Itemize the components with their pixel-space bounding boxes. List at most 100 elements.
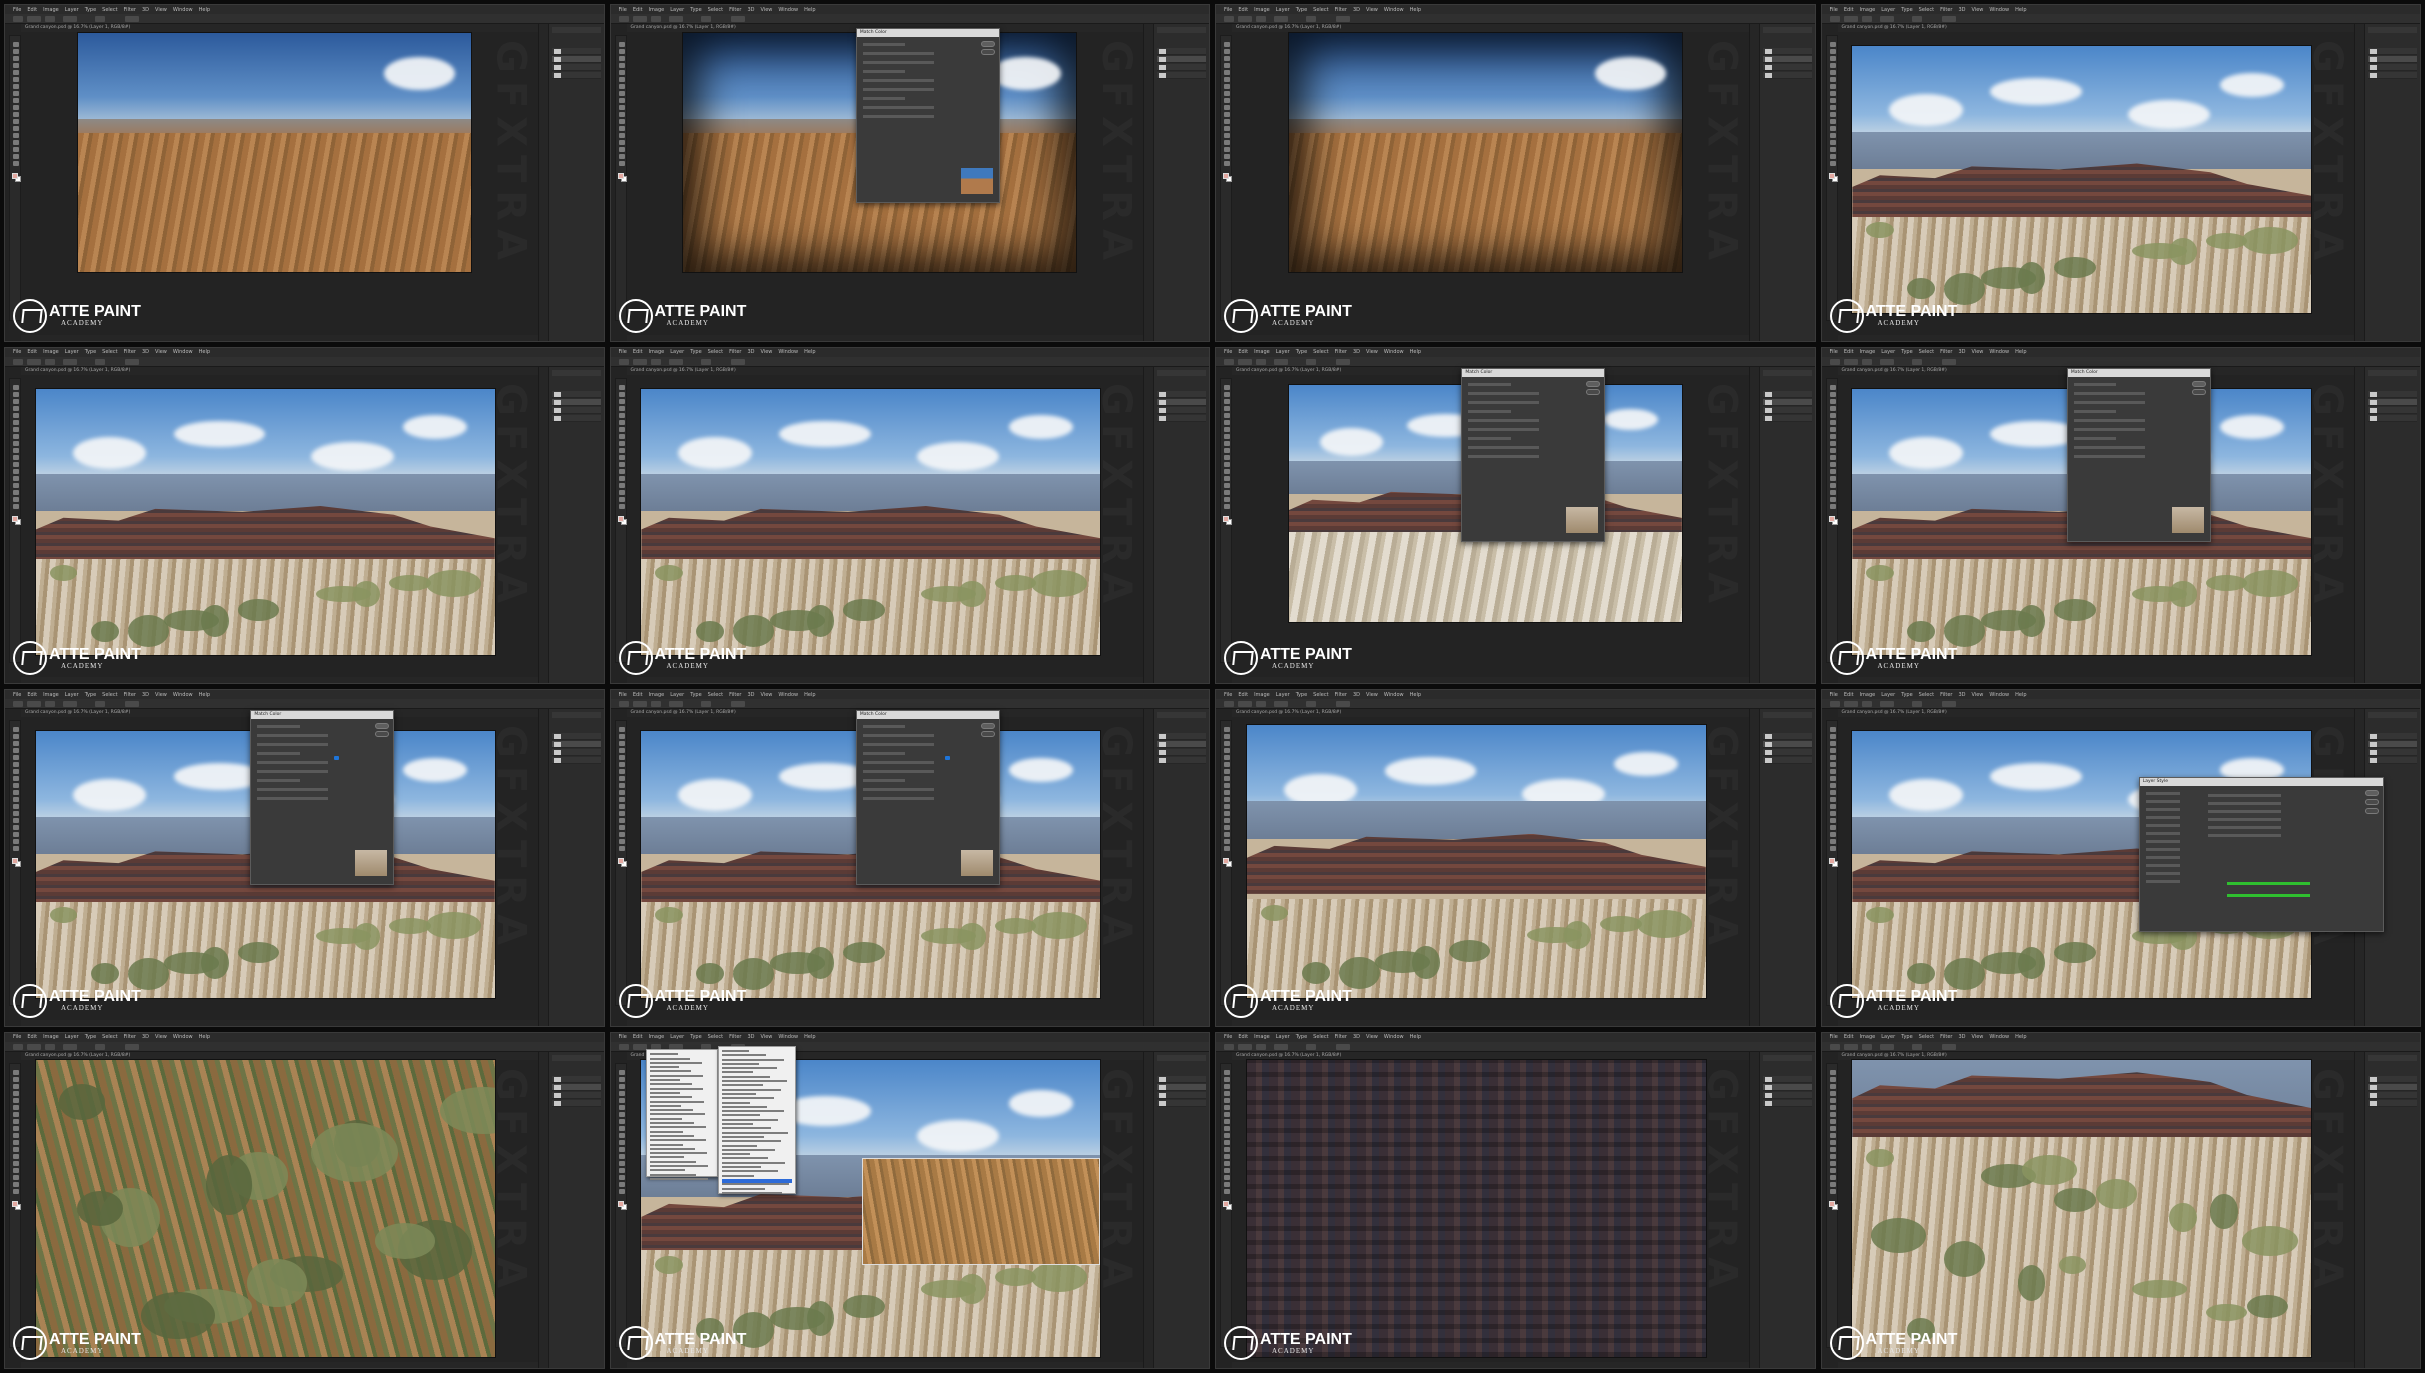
menu-window[interactable]: Window: [1989, 692, 2009, 698]
tool-icon[interactable]: [13, 811, 19, 816]
tool-icon[interactable]: [1829, 496, 1836, 502]
tool-icon[interactable]: [1224, 426, 1230, 432]
foreground-color-swatch[interactable]: [1828, 1200, 1835, 1207]
tool-icon[interactable]: [1829, 818, 1836, 823]
tool-icon[interactable]: [1224, 503, 1230, 509]
menu-item[interactable]: [650, 1156, 684, 1159]
tool-icon[interactable]: [13, 790, 19, 795]
menu-item[interactable]: [722, 1135, 764, 1138]
section-heading[interactable]: [862, 779, 906, 783]
menu-edit[interactable]: Edit: [1238, 692, 1248, 698]
option-control[interactable]: [1843, 16, 1858, 22]
slider-track[interactable]: [862, 761, 934, 765]
tool-icon[interactable]: [1224, 384, 1230, 390]
cancel-button[interactable]: [1586, 388, 1600, 395]
tool-icon[interactable]: [1224, 433, 1230, 439]
menu-window[interactable]: Window: [778, 349, 798, 355]
tool-icon[interactable]: [618, 790, 625, 795]
tool-icon[interactable]: [618, 49, 625, 54]
option-control[interactable]: [27, 358, 41, 365]
tool-icon[interactable]: [13, 1188, 19, 1194]
menu-item[interactable]: [722, 1105, 767, 1108]
menu-filter[interactable]: Filter: [1335, 692, 1347, 698]
tool-icon[interactable]: [13, 846, 19, 851]
menu-select[interactable]: Select: [102, 692, 117, 698]
tool-icon[interactable]: [13, 783, 19, 788]
menu-type[interactable]: Type: [85, 1034, 96, 1040]
menu-help[interactable]: Help: [804, 7, 815, 13]
menu-window[interactable]: Window: [778, 7, 798, 13]
tool-icon[interactable]: [13, 482, 19, 488]
menu-item[interactable]: [722, 1114, 761, 1117]
layer-row[interactable]: [1762, 733, 1812, 740]
menu-3d[interactable]: 3D: [1353, 1034, 1360, 1040]
tool-icon[interactable]: [1829, 1076, 1836, 1082]
tool-icon[interactable]: [618, 98, 625, 103]
option-control[interactable]: [1829, 1043, 1840, 1050]
tool-icon[interactable]: [1224, 63, 1230, 68]
tool-icon[interactable]: [13, 1118, 19, 1124]
tool-icon[interactable]: [1829, 112, 1836, 117]
tool-icon[interactable]: [618, 1139, 625, 1145]
document-canvas[interactable]: [1245, 723, 1707, 999]
menu-help[interactable]: Help: [804, 349, 815, 355]
tool-icon[interactable]: [1224, 1181, 1230, 1187]
option-control[interactable]: [1336, 358, 1350, 365]
option-control[interactable]: [1941, 701, 1956, 707]
document-canvas[interactable]: [76, 31, 472, 274]
style-option[interactable]: [2145, 840, 2180, 844]
foreground-color-swatch[interactable]: [1223, 173, 1229, 179]
tool-icon[interactable]: [1829, 49, 1836, 54]
tool-icon[interactable]: [1224, 755, 1230, 760]
layer-row[interactable]: [2368, 48, 2417, 55]
option-control[interactable]: [1238, 1043, 1252, 1050]
tool-icon[interactable]: [13, 468, 19, 474]
menu-layer[interactable]: Layer: [65, 1034, 79, 1040]
menu-3d[interactable]: 3D: [142, 1034, 149, 1040]
slider-track[interactable]: [1468, 445, 1540, 449]
layer-row[interactable]: [2368, 749, 2417, 756]
layer-row[interactable]: [1157, 56, 1206, 63]
ok-button[interactable]: [1586, 380, 1600, 387]
slider-track[interactable]: [257, 734, 329, 738]
menu-select[interactable]: Select: [708, 7, 723, 13]
edit-dropdown-menu[interactable]: [646, 1049, 719, 1180]
menu-image[interactable]: Image: [1254, 1034, 1270, 1040]
tool-icon[interactable]: [1224, 412, 1230, 418]
tool-icon[interactable]: [13, 475, 19, 481]
tool-icon[interactable]: [1829, 797, 1836, 802]
menu-item[interactable]: [722, 1092, 757, 1095]
tool-icon[interactable]: [618, 727, 625, 732]
menu-file[interactable]: File: [1830, 7, 1838, 13]
option-control[interactable]: [1861, 16, 1872, 22]
tool-icon[interactable]: [618, 1090, 625, 1096]
tool-icon[interactable]: [618, 1111, 625, 1117]
menu-select[interactable]: Select: [708, 692, 723, 698]
menu-view[interactable]: View: [155, 1034, 167, 1040]
menu-item[interactable]: [650, 1057, 691, 1060]
option-control[interactable]: [1336, 1043, 1350, 1050]
tool-icon[interactable]: [618, 741, 625, 746]
tool-icon[interactable]: [1224, 140, 1230, 145]
option-control[interactable]: [618, 701, 629, 707]
ok-button[interactable]: [980, 41, 995, 48]
tool-icon[interactable]: [1224, 461, 1230, 467]
menu-help[interactable]: Help: [2015, 692, 2026, 698]
menu-3d[interactable]: 3D: [748, 7, 755, 13]
menu-view[interactable]: View: [1366, 7, 1378, 13]
option-control[interactable]: [45, 701, 55, 707]
menu-edit[interactable]: Edit: [1844, 349, 1854, 355]
layer-row[interactable]: [551, 398, 601, 406]
menu-item[interactable]: [650, 1160, 696, 1163]
menu-filter[interactable]: Filter: [1335, 1034, 1347, 1040]
menu-3d[interactable]: 3D: [1959, 1034, 1966, 1040]
layer-row[interactable]: [1762, 757, 1812, 764]
section-heading[interactable]: [257, 752, 300, 756]
menu-select[interactable]: Select: [102, 1034, 117, 1040]
tool-icon[interactable]: [618, 133, 625, 138]
tool-icon[interactable]: [1829, 1104, 1836, 1110]
tool-icon[interactable]: [1829, 56, 1836, 61]
layer-row[interactable]: [2368, 1091, 2417, 1099]
tool-icon[interactable]: [13, 98, 19, 103]
tool-icon[interactable]: [1224, 161, 1230, 166]
